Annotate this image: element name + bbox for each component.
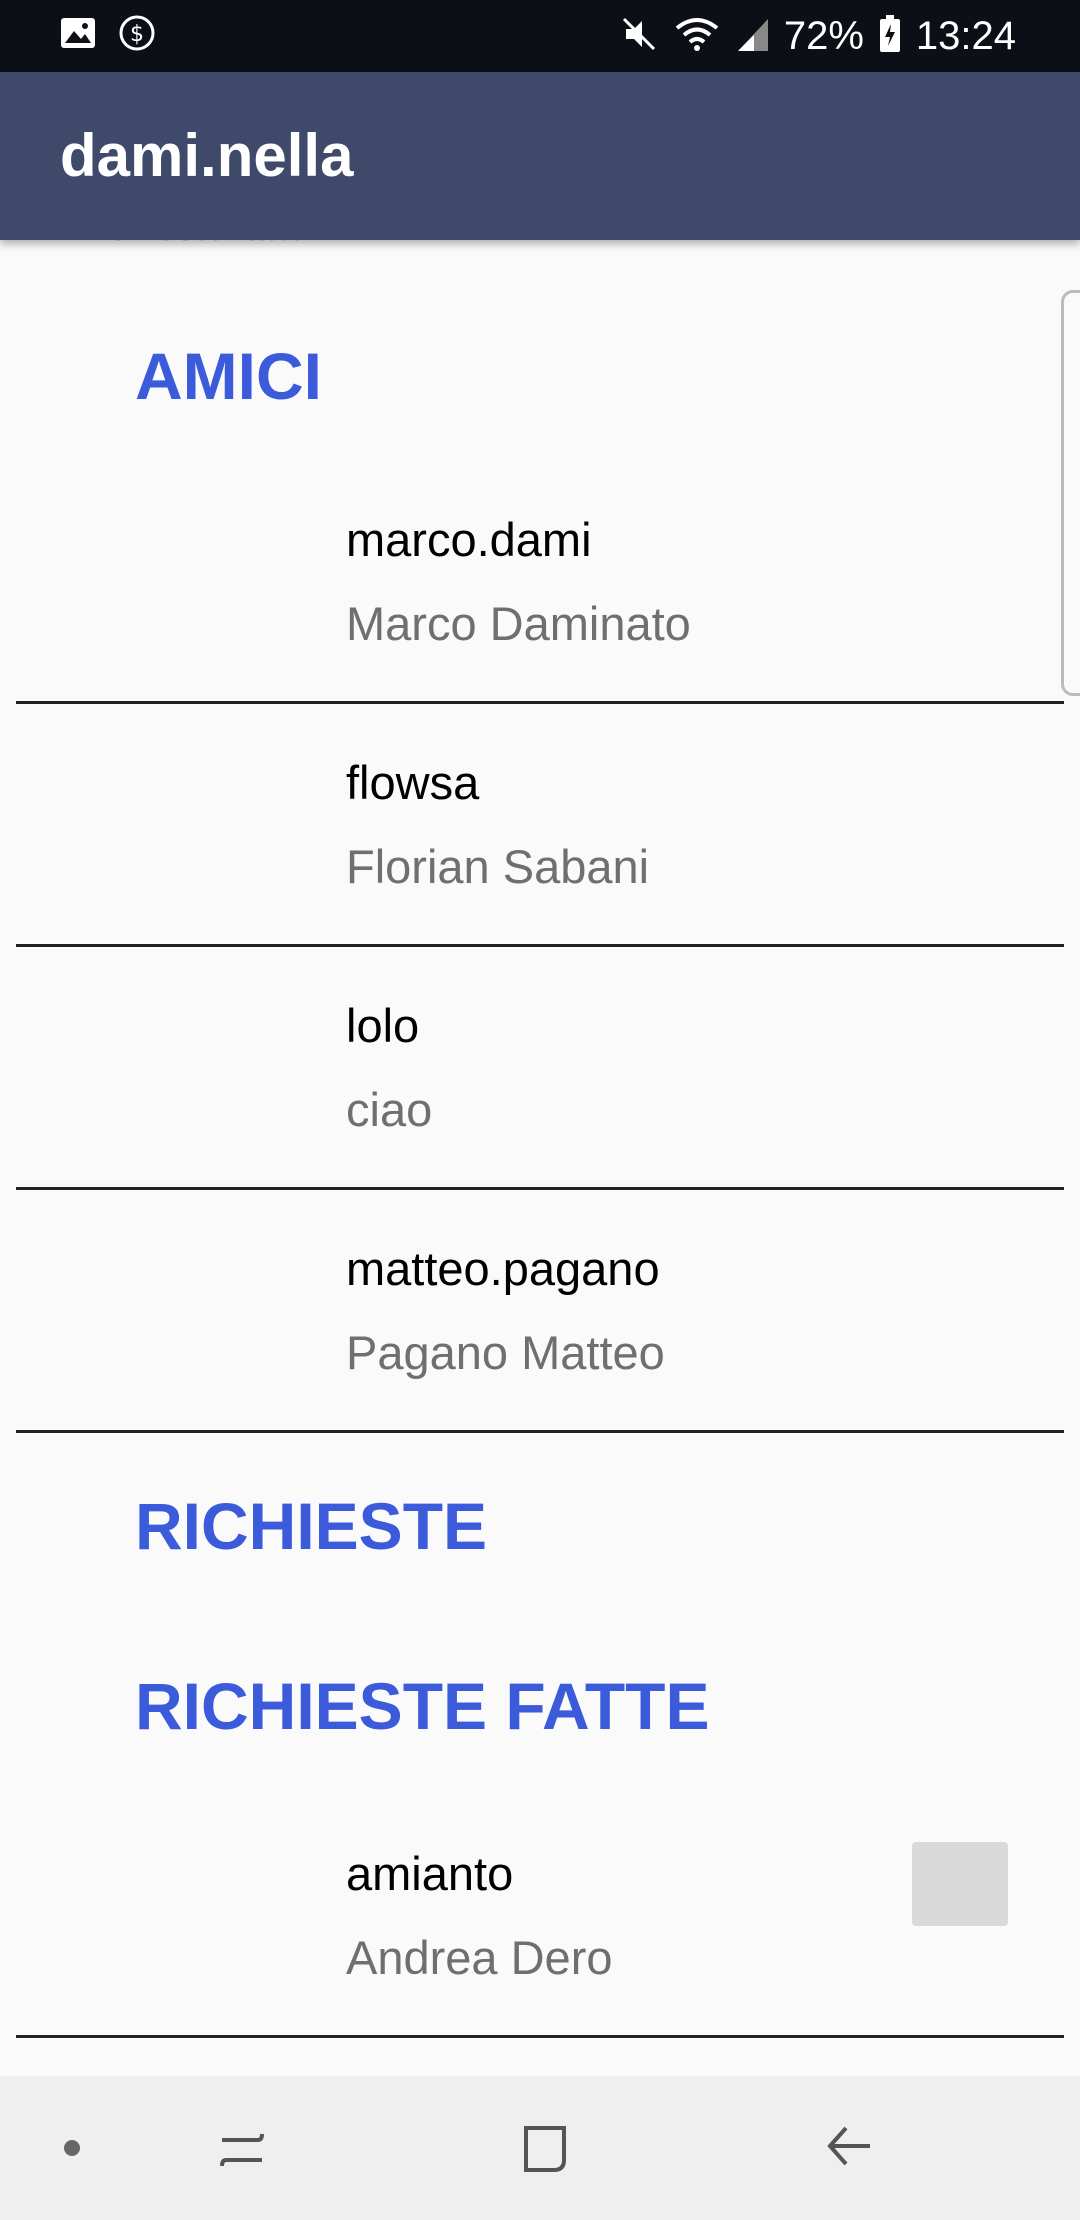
item-username: amianto [346, 1847, 514, 1900]
list-item[interactable]: matteo.pagano Pagano Matteo [16, 1187, 1064, 1433]
item-fullname: Pagano Matteo [346, 1326, 665, 1379]
mute-icon [620, 15, 658, 58]
cancel-request-button[interactable] [912, 1842, 1008, 1926]
battery-percentage: 72% [783, 14, 864, 58]
list-item[interactable]: marco.dami Marco Daminato [16, 458, 1064, 704]
app-bar: dami.nella [0, 72, 1080, 240]
wifi-icon [672, 14, 722, 59]
section-title-friends: AMICI [135, 339, 322, 413]
app-bar-title: dami.nella [60, 122, 354, 189]
home-icon[interactable] [508, 2112, 580, 2184]
image-icon [60, 17, 96, 54]
status-bar: $ 72% 13:24 [0, 0, 1080, 72]
item-fullname: ciao [346, 1083, 433, 1136]
item-fullname: Florian Sabani [346, 840, 650, 893]
content-list[interactable]: Richieste fatte: 1 AMICI marco.dami Marc… [0, 240, 1080, 2076]
list-item[interactable]: flowsa Florian Sabani [16, 701, 1064, 947]
dollar-circle-icon: $ [118, 14, 156, 57]
section-title-sent-requests: RICHIESTE FATTE [135, 1669, 710, 1743]
dot-icon[interactable] [36, 2112, 108, 2184]
sent-requests-count-label: Richieste fatte: [74, 240, 318, 249]
signal-icon [736, 15, 770, 58]
clock: 13:24 [915, 14, 1016, 58]
svg-text:$: $ [130, 22, 144, 47]
list-item[interactable]: lolo ciao [16, 944, 1064, 1190]
item-username: marco.dami [346, 513, 592, 566]
item-fullname: Andrea Dero [346, 1931, 613, 1984]
battery-icon [878, 14, 902, 59]
navigation-bar [0, 2076, 1080, 2220]
item-username: matteo.pagano [346, 1242, 660, 1295]
item-username: lolo [346, 999, 420, 1052]
item-username: flowsa [346, 756, 480, 809]
sent-requests-count-value: 1 [472, 240, 491, 249]
recent-apps-icon[interactable] [206, 2112, 278, 2184]
list-item[interactable]: amianto Andrea Dero [16, 1792, 1064, 2038]
item-fullname: Marco Daminato [346, 597, 691, 650]
section-title-requests: RICHIESTE [135, 1489, 488, 1563]
back-icon[interactable] [812, 2112, 884, 2184]
